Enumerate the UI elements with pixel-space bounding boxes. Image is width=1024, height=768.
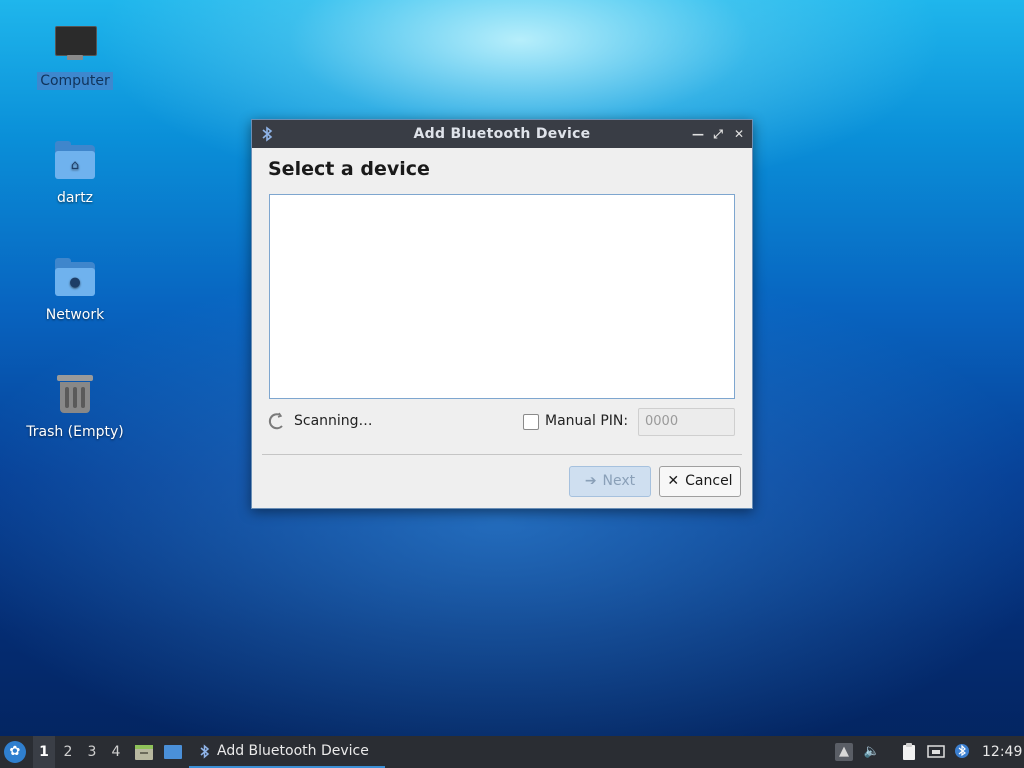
workspace-1[interactable]: 1 [33,736,55,768]
home-folder-icon: ⌂ [53,139,97,183]
computer-icon [53,22,97,66]
arrow-right-icon: ➔ [584,473,597,489]
start-menu-icon[interactable]: ✿ [4,741,26,763]
desktop-icon-label: dartz [56,190,94,206]
spinner-icon [268,412,283,430]
next-button[interactable]: ➔ Next [569,466,651,497]
cancel-button-label: Cancel [685,473,733,489]
bluetooth-icon [200,744,210,759]
scanning-status: Scanning… [294,413,373,429]
eject-icon[interactable]: ▲ [835,743,853,761]
dialog-heading: Select a device [268,158,430,180]
workspace-2[interactable]: 2 [57,736,79,768]
next-button-label: Next [602,473,636,489]
manual-pin-checkbox[interactable] [523,414,539,430]
workspace-4[interactable]: 4 [105,736,127,768]
desktop-icon-network[interactable]: ● Network [20,256,130,324]
dialog-title: Add Bluetooth Device [413,126,591,142]
desktop-icon-computer[interactable]: Computer [20,22,130,90]
network-icon[interactable] [927,743,945,761]
separator [262,454,742,455]
taskbar: ✿ 1 2 3 4 Add Bluetooth Device ▲ 🔈 12:49 [0,736,1024,768]
trash-icon [53,373,97,417]
workspace-3[interactable]: 3 [81,736,103,768]
x-icon: ✕ [667,473,680,489]
task-label: Add Bluetooth Device [217,743,369,759]
bluetooth-tray-icon[interactable] [953,743,971,761]
network-folder-icon: ● [53,256,97,300]
clipboard-icon[interactable] [900,743,918,761]
desktop-icon-trash[interactable]: Trash (Empty) [20,373,130,441]
maximize-icon[interactable]: ⤢ [710,126,726,142]
add-bluetooth-device-dialog: Add Bluetooth Device — ⤢ ✕ Select a devi… [251,119,753,509]
dialog-titlebar[interactable]: Add Bluetooth Device — ⤢ ✕ [252,120,752,148]
file-manager-icon[interactable] [134,743,154,761]
desktop-icon-home[interactable]: ⌂ dartz [20,139,130,207]
volume-icon[interactable]: 🔈 [863,743,881,761]
manual-pin-label: Manual PIN: [545,413,629,429]
pin-input[interactable]: 0000 [638,408,735,436]
show-desktop-icon[interactable] [163,743,183,761]
close-icon[interactable]: ✕ [731,126,747,142]
desktop-icon-label: Trash (Empty) [26,424,124,440]
device-list[interactable] [269,194,735,399]
desktop-icon-label: Computer [37,72,113,90]
minimize-icon[interactable]: — [690,126,706,142]
cancel-button[interactable]: ✕ Cancel [659,466,741,497]
desktop-icon-label: Network [45,307,105,323]
taskbar-task-add-bluetooth-device[interactable]: Add Bluetooth Device [189,736,385,768]
clock[interactable]: 12:49 [982,736,1022,768]
